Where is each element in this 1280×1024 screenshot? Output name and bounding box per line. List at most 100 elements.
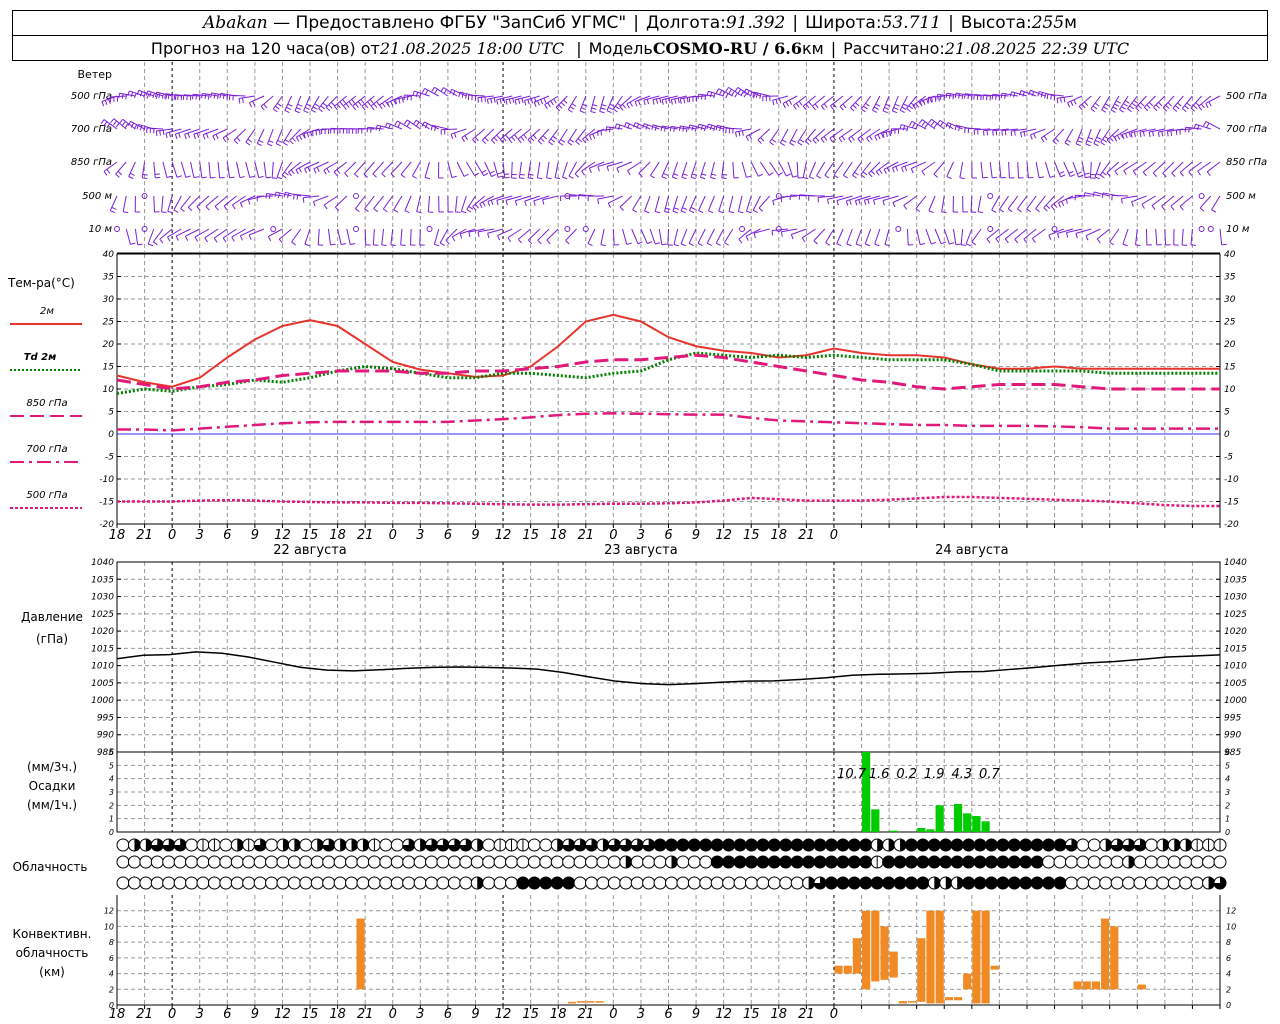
wind-feather <box>599 110 605 114</box>
cloud-cover-symbol <box>1110 876 1124 890</box>
wind-feather <box>1066 139 1072 143</box>
cloud-cover-symbol <box>733 838 747 852</box>
wind-feather <box>605 126 608 132</box>
cloud-cover-symbol <box>436 855 450 869</box>
wind-feather <box>884 107 890 110</box>
cloud-cover-symbol <box>173 855 187 869</box>
wind-level-label-right: 850 гПа <box>1226 157 1267 168</box>
convective-bar <box>567 1001 577 1004</box>
cloud-cover-symbol <box>333 855 347 869</box>
wind-feather <box>738 238 743 244</box>
wind-barb <box>906 228 909 246</box>
wind-feather <box>1142 131 1145 137</box>
wind-barb <box>460 195 467 212</box>
wind-feather <box>1048 234 1052 240</box>
wind-feather <box>178 132 181 138</box>
cloud-cover-symbol <box>630 855 644 869</box>
wind-feather <box>982 176 988 179</box>
x-tick-label: 0 <box>609 528 617 543</box>
y-tick-label-left: 1035 <box>91 575 114 585</box>
wind-feather <box>826 199 830 205</box>
wind-feather <box>1066 232 1069 238</box>
y-tick-label-left: 1040 <box>91 558 114 568</box>
wind-feather <box>505 200 508 206</box>
wind-feather <box>161 93 164 99</box>
wind-barb <box>916 228 921 245</box>
wind-feather <box>397 122 401 128</box>
wind-feather <box>277 192 281 198</box>
wind-feather <box>540 99 544 105</box>
wind-barb <box>1007 195 1019 210</box>
wind-barb <box>411 161 421 177</box>
wind-feather <box>632 209 638 213</box>
cloud-cover-symbol <box>596 855 610 869</box>
wind-feather <box>986 238 991 244</box>
cloud-cover-symbol <box>185 876 199 890</box>
wind-feather <box>906 108 911 113</box>
wind-barb <box>772 95 789 101</box>
wind-feather <box>222 137 227 143</box>
wind-feather <box>931 241 937 245</box>
wind-feather <box>722 126 725 132</box>
wind-feather <box>892 202 896 208</box>
wind-barb <box>119 92 136 97</box>
wind-calm <box>114 226 120 232</box>
wind-barb <box>364 228 367 246</box>
wind-barb <box>1017 195 1028 210</box>
wind-barb <box>971 228 982 243</box>
convective-bar <box>595 1001 604 1003</box>
wind-feather <box>1075 233 1078 239</box>
wind-feather <box>412 119 417 125</box>
wind-feather <box>924 123 929 129</box>
wind-barb <box>597 128 614 132</box>
cloud-cover-symbol <box>859 838 873 852</box>
wind-feather <box>1114 170 1119 176</box>
wind-feather <box>238 98 241 104</box>
wind-feather <box>865 102 870 107</box>
wind-feather <box>661 176 667 180</box>
wind-barb <box>433 228 440 245</box>
wind-feather <box>813 240 818 245</box>
y-tick-label-left: 6 <box>109 954 114 963</box>
wind-feather <box>304 243 310 247</box>
wind-feather <box>588 167 592 173</box>
y-tick-label-right: -20 <box>1224 520 1239 530</box>
wind-feather <box>627 170 631 176</box>
cloud-cover-symbol <box>1087 855 1101 869</box>
wind-feather <box>481 169 487 174</box>
cloud-cover-symbol <box>904 876 918 890</box>
convective-bar <box>862 910 871 990</box>
wind-feather <box>143 126 146 132</box>
meteogram: Ветер 500 гПа 500 гПа 700 гПа 700 гПа 850 гПа… <box>7 62 1267 1022</box>
x-tick-label: 0 <box>609 1007 617 1022</box>
wind-feather <box>753 232 756 239</box>
wind-feather <box>249 102 252 108</box>
y-tick-label-left: 0 <box>109 828 114 837</box>
cloud-cover-symbol <box>447 855 461 869</box>
wind-feather <box>100 119 105 124</box>
wind-feather <box>544 104 548 110</box>
wind-feather <box>865 243 871 247</box>
wind-feather <box>872 109 878 113</box>
wind-feather <box>647 241 653 245</box>
cloud-cover-symbol <box>824 855 838 869</box>
wind-feather <box>894 103 900 107</box>
wind-barb <box>813 228 826 242</box>
wind-feather <box>1135 107 1140 112</box>
wind-barb <box>769 128 780 143</box>
wind-feather <box>592 133 596 139</box>
wind-barb <box>190 161 195 178</box>
wind-feather <box>1033 133 1037 139</box>
wind-feather <box>497 172 503 175</box>
wind-feather <box>210 92 213 98</box>
x-tick-label: 3 <box>196 1007 204 1022</box>
wind-feather <box>352 105 357 111</box>
wind-feather <box>851 136 855 141</box>
wind-feather <box>1184 127 1187 133</box>
cloud-cover-symbol <box>733 855 747 869</box>
wind-barb <box>1035 161 1040 178</box>
wind-feather <box>673 244 679 247</box>
cloud-cover-symbol <box>1144 876 1158 890</box>
wind-feather <box>838 137 843 143</box>
wind-barb <box>772 228 789 231</box>
